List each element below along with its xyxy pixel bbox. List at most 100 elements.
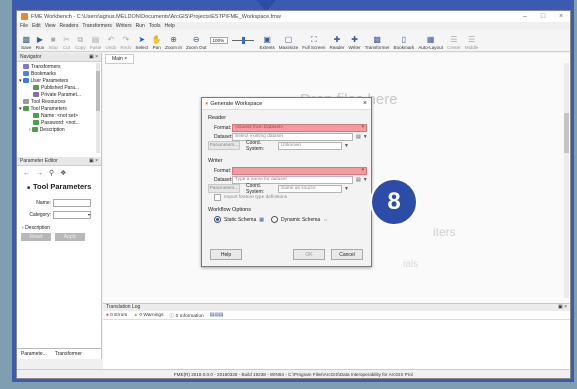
chevron-down-icon[interactable]: ▼ xyxy=(363,134,368,140)
zoom-in-button[interactable]: ⊕ Zoom In xyxy=(163,30,184,51)
warnings-filter[interactable]: ▲ 0 Warnings xyxy=(133,313,163,318)
menu-transformers[interactable]: Transformers xyxy=(82,23,112,29)
reader-button[interactable]: ✚ Reader xyxy=(327,30,346,51)
menu-tools[interactable]: Tools xyxy=(149,23,161,29)
stop-label: Stop xyxy=(48,45,58,50)
menu-writers[interactable]: Writers xyxy=(116,23,132,29)
tree-item-description[interactable]: › Description xyxy=(19,126,101,133)
expand-icon[interactable]: ▾ xyxy=(19,106,22,112)
reset-button[interactable]: Reset xyxy=(21,233,51,241)
tree-item-user-parameters[interactable]: ▾ User Parameters xyxy=(19,77,101,84)
chevron-down-icon[interactable]: ▼ xyxy=(363,177,368,183)
maximize-icon[interactable]: □ xyxy=(534,13,552,20)
description-section[interactable]: › Description xyxy=(17,225,101,231)
help-button[interactable]: Help xyxy=(210,249,242,260)
back-arrow-icon[interactable]: ← xyxy=(23,170,30,177)
tree-item-transformers[interactable]: Transformers xyxy=(19,63,101,70)
writer-parameters-button[interactable]: Parameters... xyxy=(208,184,240,193)
save-button[interactable]: ▩ Save xyxy=(19,30,33,51)
reader-parameters-button[interactable]: Parameters... xyxy=(208,141,240,150)
menu-file[interactable]: File xyxy=(20,23,28,29)
center-button[interactable]: ☰ Center xyxy=(445,30,463,51)
tree-item-name[interactable]: Name: <not set> xyxy=(19,112,101,119)
minimize-icon[interactable]: – xyxy=(516,13,534,20)
maximize-button[interactable]: ▢ Maximize xyxy=(277,30,300,51)
reader-coord-input[interactable]: Unknown xyxy=(278,141,342,150)
browse-icon[interactable]: ▤ xyxy=(356,177,361,183)
pane-close-icon[interactable]: ▣ × xyxy=(89,158,98,164)
tab-main[interactable]: Main × xyxy=(105,54,135,64)
stop-button[interactable]: ■ Stop xyxy=(46,30,59,51)
close-icon[interactable]: × xyxy=(552,13,570,20)
ok-button[interactable]: OK xyxy=(293,249,325,260)
collapse-icon[interactable]: ■ xyxy=(27,185,30,191)
zoom-level-input[interactable]: 100% xyxy=(210,37,229,44)
tree-item-password[interactable]: Password: <not... xyxy=(19,119,101,126)
writer-format-dropdown[interactable]: ▾ xyxy=(232,166,367,175)
collapse-icon[interactable]: › xyxy=(29,127,31,133)
dynamic-schema-label: Dynamic Schema xyxy=(280,216,321,223)
redo-button[interactable]: ↷ Redo xyxy=(118,30,133,51)
zoom-slider[interactable] xyxy=(232,37,255,44)
log-tools-icon[interactable]: ▤▤▤ xyxy=(210,313,224,318)
zoom-out-button[interactable]: ⊖ Zoom Out xyxy=(184,30,208,51)
errors-filter[interactable]: ● 0 Errors xyxy=(106,313,127,318)
information-filter[interactable]: ⓘ 0 Information xyxy=(170,312,204,319)
cut-button[interactable]: ✂ Cut xyxy=(60,30,73,51)
select-button[interactable]: ➤ Select xyxy=(133,30,150,51)
menu-edit[interactable]: Edit xyxy=(32,23,41,29)
pan-button[interactable]: ✋ Pan xyxy=(150,30,163,51)
paste-button[interactable]: ▤ Paste xyxy=(88,30,104,51)
extents-button[interactable]: ▣ Extents xyxy=(257,30,276,51)
pane-close-icon[interactable]: ▣ × xyxy=(558,304,567,311)
undo-button[interactable]: ↶ Undo xyxy=(103,30,118,51)
writer-coord-input[interactable]: Same as source xyxy=(278,184,342,193)
tree-item-tool-resources[interactable]: Tool Resources xyxy=(19,98,101,105)
scrollbar-thumb[interactable] xyxy=(564,113,569,153)
tree-item-private-params[interactable]: Private Paramet... xyxy=(19,91,101,98)
auto-layout-button[interactable]: ▦ Auto-Layout xyxy=(416,30,445,51)
name-field[interactable] xyxy=(53,199,91,207)
status-bar: FME(R) 2019.0.0.0 - 20190328 - Build 192… xyxy=(17,369,570,378)
navigator-scrollbar[interactable] xyxy=(96,63,100,153)
zoom-slider-handle[interactable] xyxy=(242,37,246,44)
pan-label: Pan xyxy=(152,45,161,50)
browse-icon[interactable]: ▤ xyxy=(356,134,361,140)
bookmark-button[interactable]: ▯ Bookmark xyxy=(392,30,417,51)
canvas-scrollbar[interactable] xyxy=(564,63,569,298)
full-screen-button[interactable]: ⛶ Full Screen xyxy=(300,30,327,51)
menu-run[interactable]: Run xyxy=(136,23,145,29)
cancel-button[interactable]: Cancel xyxy=(331,249,363,260)
import-feature-types-checkbox[interactable]: Import feature type definitions xyxy=(214,193,371,201)
menu-help[interactable]: Help xyxy=(165,23,175,29)
chevron-down-icon[interactable]: ▼ xyxy=(344,143,349,149)
expand-icon[interactable]: ▾ xyxy=(19,78,22,84)
tab-transformer-gallery[interactable]: Transformer xyxy=(51,349,86,359)
step-number-badge: 8 xyxy=(370,178,418,226)
transformer-button[interactable]: ▩ Transformer xyxy=(363,30,392,51)
tree-item-bookmarks[interactable]: Bookmarks xyxy=(19,70,101,77)
tree-item-tool-parameters[interactable]: ▾ Tool Parameters xyxy=(19,105,101,112)
checkbox-box[interactable] xyxy=(214,193,221,201)
menu-readers[interactable]: Readers xyxy=(59,23,78,29)
category-dropdown[interactable]: ▾ xyxy=(53,211,91,219)
static-schema-radio[interactable] xyxy=(214,216,221,223)
search-icon[interactable]: ⚲ xyxy=(49,169,54,177)
tab-close-icon[interactable]: × xyxy=(124,56,127,62)
forward-arrow-icon[interactable]: → xyxy=(36,170,43,177)
middle-button[interactable]: ☰ Middle xyxy=(463,30,481,51)
run-button[interactable]: ▶ Run xyxy=(33,30,46,51)
tree-item-published-params[interactable]: Published Para... xyxy=(19,84,101,91)
writer-button[interactable]: ✚ Writer xyxy=(347,30,363,51)
chevron-down-icon[interactable]: ▼ xyxy=(344,186,349,192)
dynamic-schema-radio[interactable] xyxy=(270,216,278,223)
apply-button[interactable]: Apply xyxy=(55,233,85,241)
pin-icon[interactable]: ❖ xyxy=(60,169,66,177)
tab-parameter-editor[interactable]: Paramete... xyxy=(17,349,51,359)
pane-close-icon[interactable]: ▣ × xyxy=(89,54,98,60)
reader-format-dropdown[interactable]: <Guess from Dataset> ▾ xyxy=(232,123,367,132)
menu-view[interactable]: View xyxy=(45,23,56,29)
copy-button[interactable]: ⧉ Copy xyxy=(73,30,88,51)
dialog-close-icon[interactable]: × xyxy=(363,100,367,107)
scrollbar-thumb[interactable] xyxy=(96,71,100,111)
